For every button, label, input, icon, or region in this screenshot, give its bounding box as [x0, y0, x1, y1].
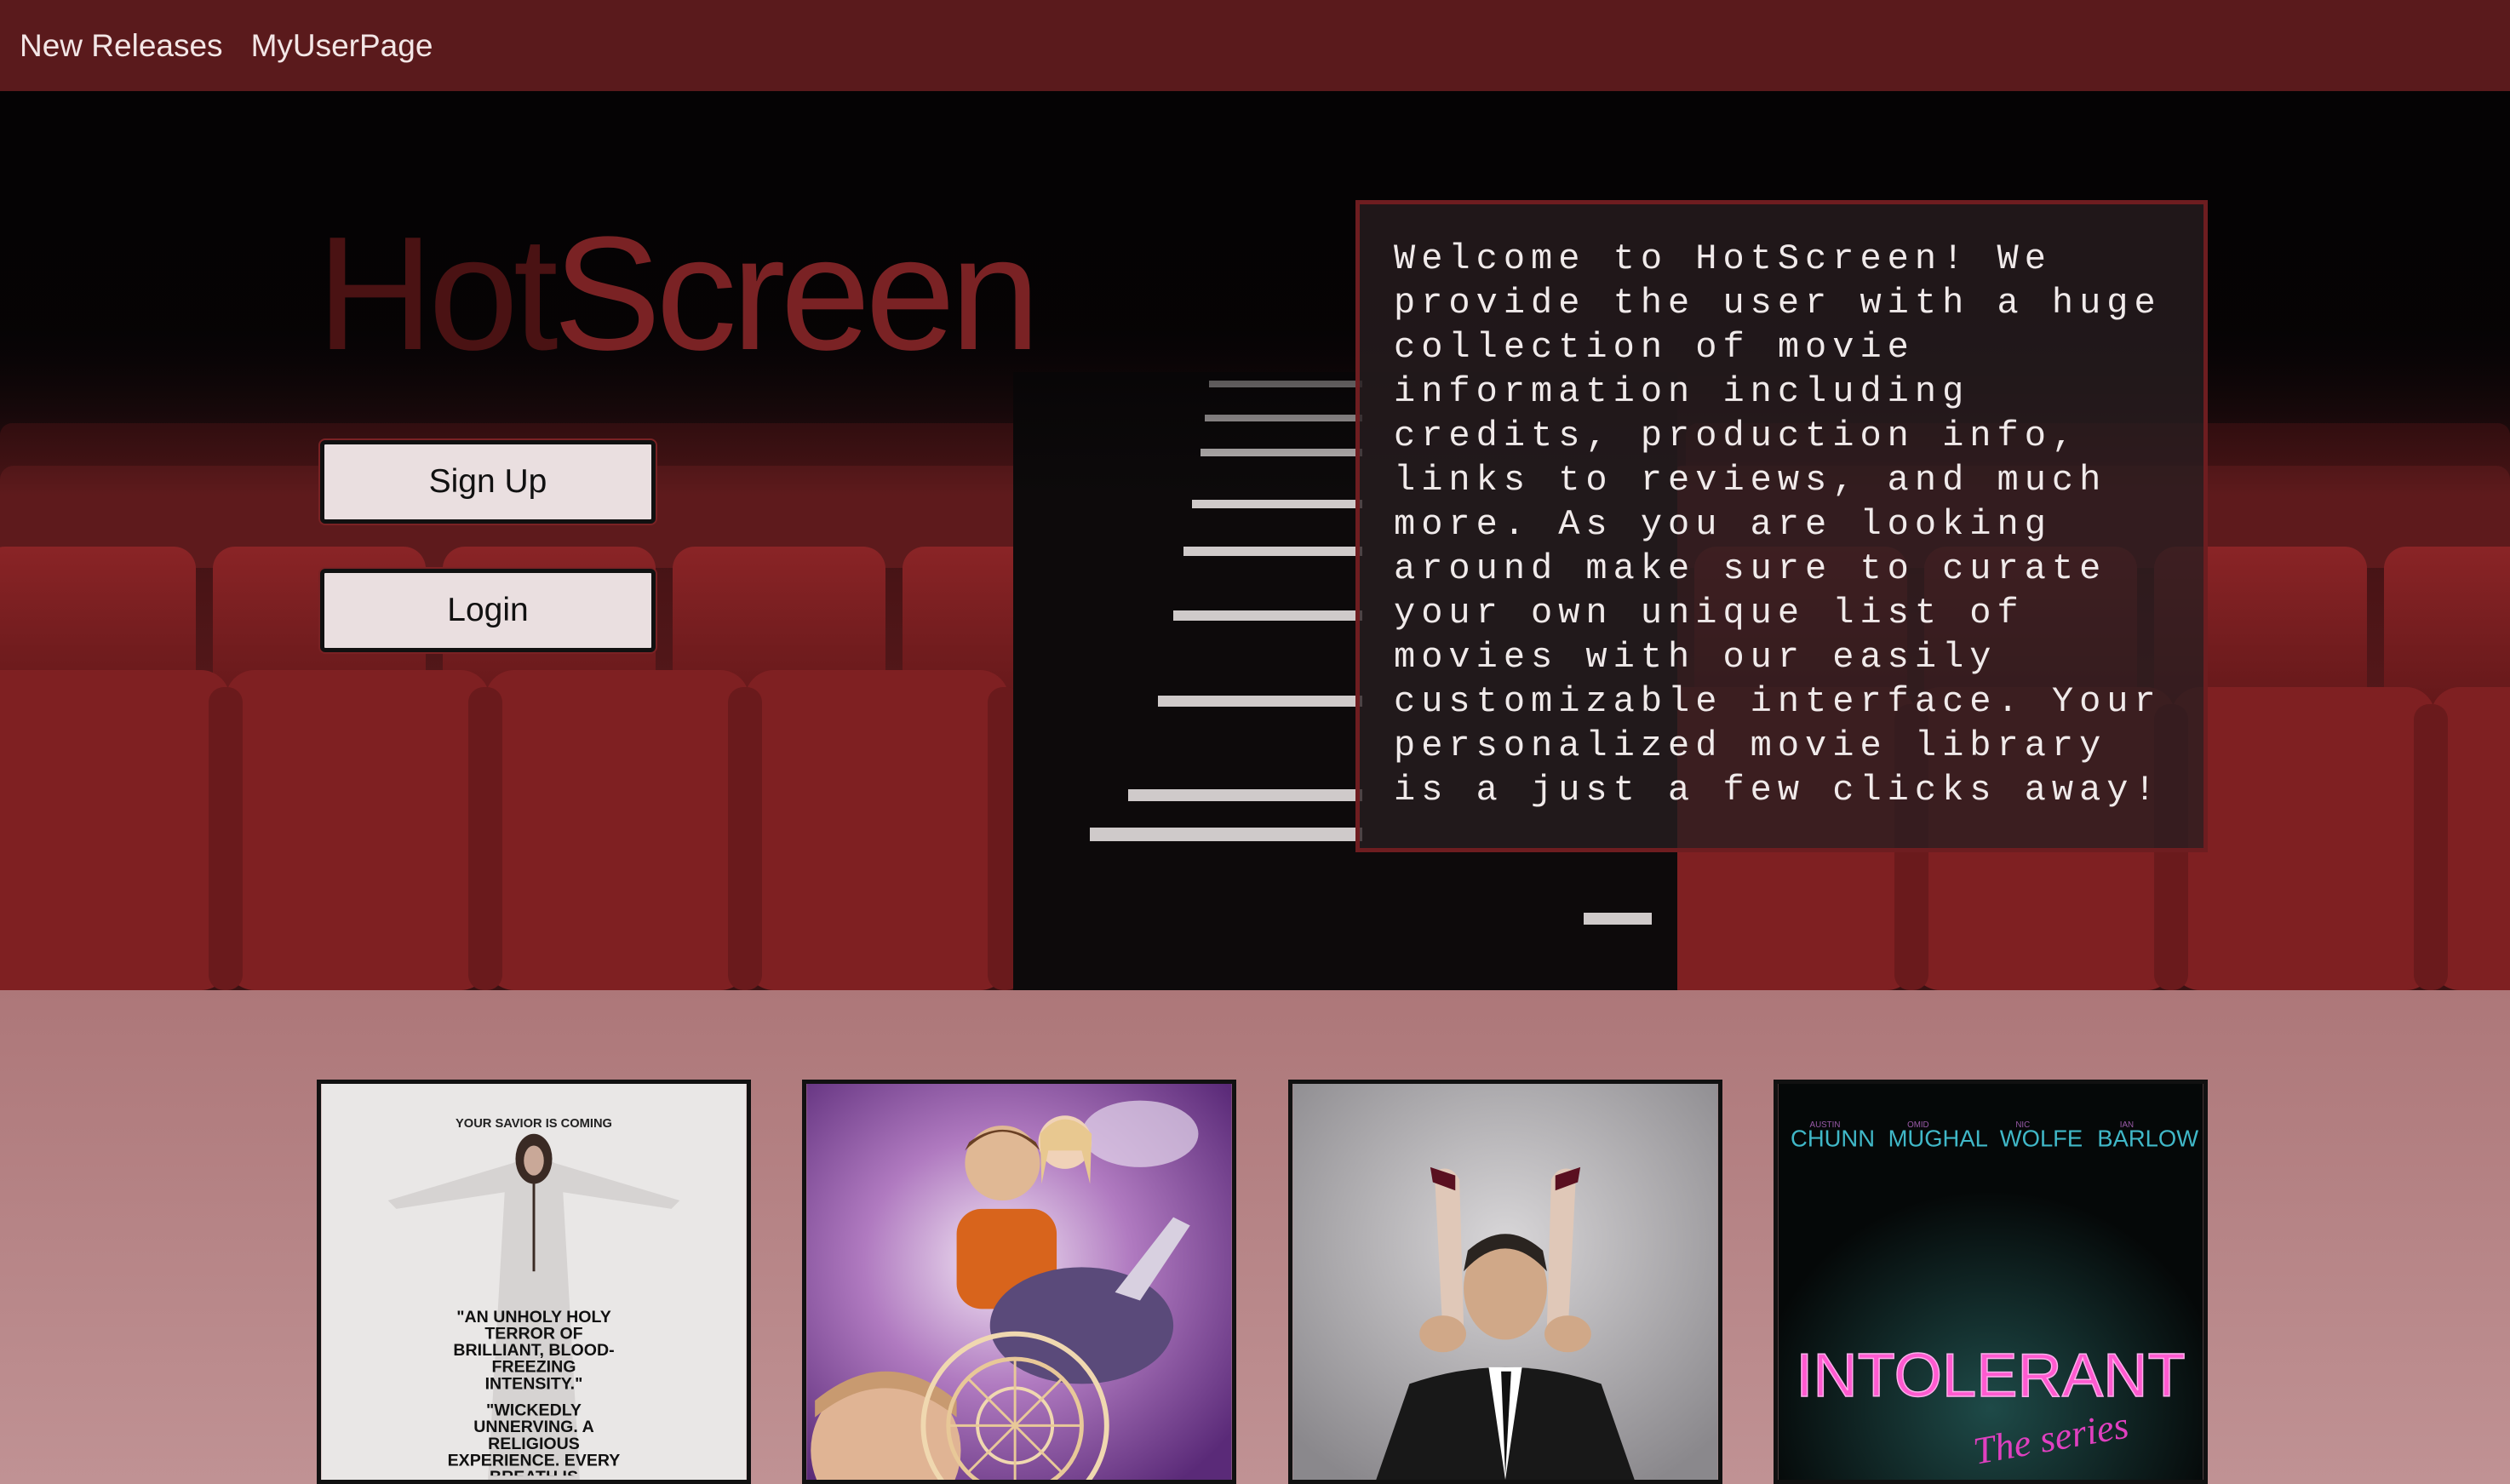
movie-poster[interactable]: YOUR SAVIOR IS COMING "AN UNHOLY HOLY TE…: [317, 1080, 751, 1484]
cast-last-1: CHUNN: [1791, 1125, 1875, 1151]
sign-up-button[interactable]: Sign Up: [320, 440, 656, 524]
new-releases-section: YOUR SAVIOR IS COMING "AN UNHOLY HOLY TE…: [0, 990, 2510, 1484]
poster1-tagline: YOUR SAVIOR IS COMING: [456, 1117, 612, 1131]
poster-image: [806, 1084, 1232, 1480]
hero-section: HotScreen Sign Up Login Welcome to HotSc…: [0, 91, 2510, 990]
cast-last-3: WOLFE: [2000, 1125, 2083, 1151]
movie-poster[interactable]: [802, 1080, 1236, 1484]
movie-poster[interactable]: AUSTIN CHUNN OMID MUGHAL NIC WOLFE IAN B…: [1774, 1080, 2208, 1484]
brand-title: HotScreen: [317, 213, 1040, 375]
brand-screen: Screen: [553, 203, 1040, 384]
poster1-quote2: "WICKEDLY UNNERVING. A RELIGIOUS EXPERIE…: [447, 1401, 621, 1475]
poster-image: [1292, 1084, 1718, 1480]
poster-image: AUSTIN CHUNN OMID MUGHAL NIC WOLFE IAN B…: [1778, 1084, 2203, 1480]
poster1-quote1: "AN UNHOLY HOLY TERROR OF BRILLIANT, BLO…: [453, 1309, 615, 1394]
brand-hot: Hot: [317, 203, 559, 384]
nav-new-releases[interactable]: New Releases: [20, 28, 223, 64]
welcome-box: Welcome to HotScreen! We provide the use…: [1355, 200, 2208, 852]
cast-last-2: MUGHAL: [1888, 1125, 1988, 1151]
movie-poster[interactable]: [1288, 1080, 1722, 1484]
nav-my-user-page[interactable]: MyUserPage: [251, 28, 433, 64]
poster-image: YOUR SAVIOR IS COMING "AN UNHOLY HOLY TE…: [321, 1084, 747, 1480]
cast-last-4: BARLOW: [2097, 1125, 2198, 1151]
welcome-text: Welcome to HotScreen! We provide the use…: [1394, 238, 2162, 811]
top-nav: New Releases MyUserPage: [0, 0, 2510, 91]
poster4-title: INTOLERANT: [1796, 1341, 2186, 1410]
login-button[interactable]: Login: [320, 569, 656, 652]
